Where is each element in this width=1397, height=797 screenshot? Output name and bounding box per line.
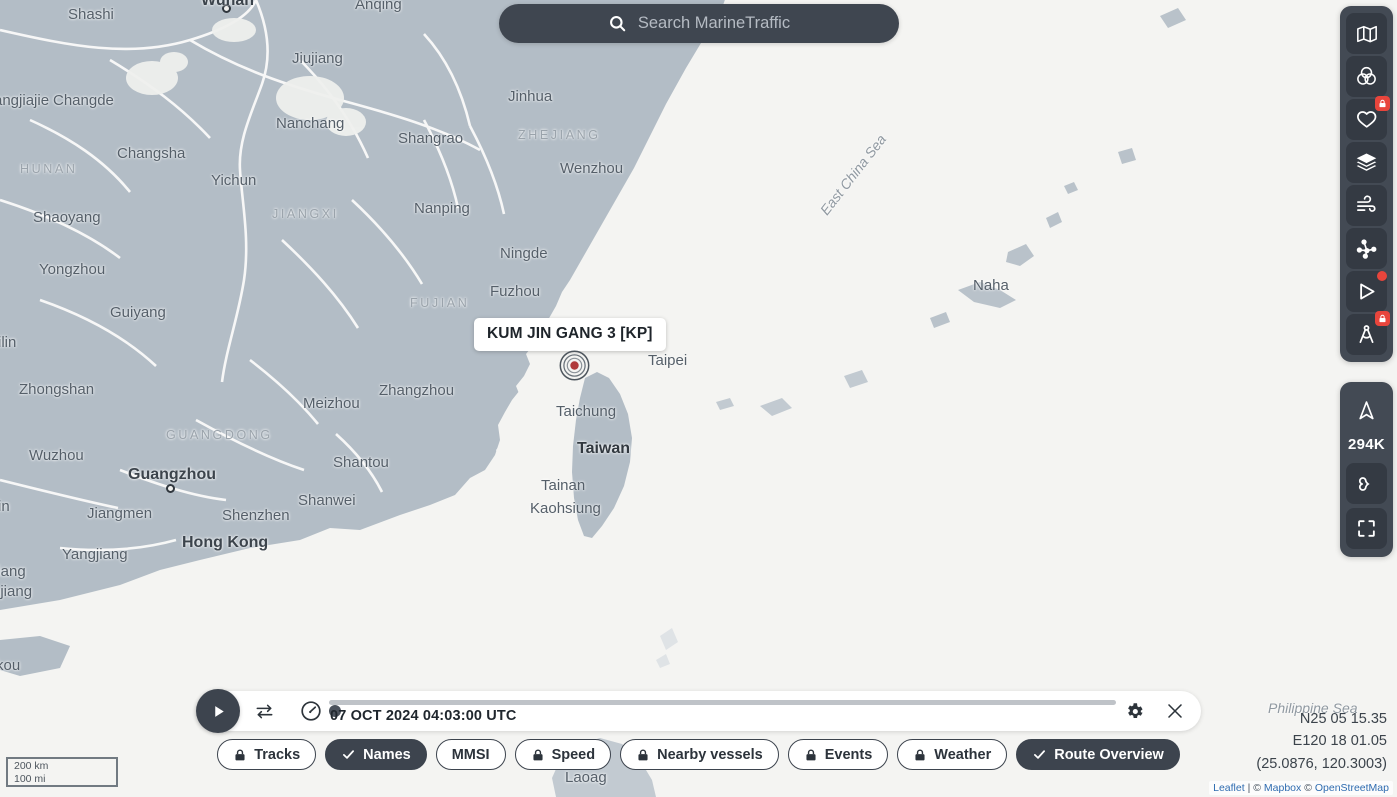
lock-icon [233, 748, 247, 762]
filter-pill-route-overview[interactable]: Route Overview [1016, 739, 1180, 770]
lock-icon [913, 748, 927, 762]
lock-badge-icon [1375, 96, 1390, 111]
playback-icon[interactable] [1346, 271, 1387, 312]
timeline-slider-track[interactable] [329, 700, 1116, 705]
filter-pill-label: Events [825, 747, 873, 763]
favorites-icon[interactable] [1346, 99, 1387, 140]
gear-icon[interactable] [1124, 701, 1145, 722]
leaflet-link[interactable]: Leaflet [1213, 782, 1245, 794]
map-style-icon[interactable] [1346, 13, 1387, 54]
playback-timestamp: 07 OCT 2024 04:03:00 UTC [330, 708, 517, 724]
filter-pill-label: Weather [934, 747, 991, 763]
timeline-area: 07 OCT 2024 04:03:00 UTC [329, 691, 1124, 731]
scale-bar: 200 km 100 mi [6, 757, 118, 787]
mapbox-link[interactable]: Mapbox [1264, 782, 1301, 794]
filter-pill-events[interactable]: Events [788, 739, 889, 770]
infinity-icon[interactable] [1346, 463, 1387, 504]
layers-icon[interactable] [1346, 142, 1387, 183]
map-tools-panel [1340, 6, 1393, 362]
scale-mi-label: 100 mi [14, 773, 46, 785]
notification-dot-icon [1377, 271, 1387, 281]
marinetraffic-map-app: ShashiWuhanAnqingJiujiangJinhuaNanchangS… [0, 0, 1397, 797]
lock-badge-icon [1375, 311, 1390, 326]
vessel-tracks-icon[interactable] [1346, 228, 1387, 269]
weather-wind-icon[interactable] [1346, 185, 1387, 226]
play-button[interactable] [196, 689, 240, 733]
filter-pill-names[interactable]: Names [325, 739, 427, 770]
measure-tool-icon[interactable] [1346, 314, 1387, 355]
fullscreen-icon[interactable] [1346, 508, 1387, 549]
filter-pill-label: Route Overview [1054, 747, 1164, 763]
map-attribution: Leaflet | © Mapbox © OpenStreetMap [1209, 781, 1393, 795]
filter-pill-mmsi[interactable]: MMSI [436, 739, 506, 770]
map-geometry [0, 0, 1397, 797]
map-filter-pills: Tracks Names MMSI Speed Nearby vessels Events… [0, 739, 1397, 770]
map-zoom-panel: 294K [1340, 382, 1393, 557]
vessel-pulse-marker[interactable] [559, 350, 590, 381]
search-icon [608, 14, 627, 33]
close-icon[interactable] [1165, 701, 1185, 721]
compass-north-icon[interactable] [1346, 390, 1387, 431]
openstreetmap-link[interactable]: OpenStreetMap [1315, 782, 1389, 794]
playback-bar: 07 OCT 2024 04:03:00 UTC [196, 691, 1201, 731]
vessel-name-label[interactable]: KUM JIN GANG 3 [KP] [474, 318, 666, 351]
swap-direction-icon[interactable] [254, 701, 275, 722]
copyright-symbol-2: © [1304, 782, 1312, 794]
filter-pill-label: MMSI [452, 747, 490, 763]
check-icon [341, 747, 356, 762]
lock-icon [531, 748, 545, 762]
check-icon [1032, 747, 1047, 762]
search-input[interactable]: Search MarineTraffic [638, 14, 790, 33]
lock-icon [636, 748, 650, 762]
filter-pill-tracks[interactable]: Tracks [217, 739, 316, 770]
filter-pill-label: Tracks [254, 747, 300, 763]
scale-km-label: 200 km [14, 760, 48, 772]
density-layers-icon[interactable] [1346, 56, 1387, 97]
filter-pill-speed[interactable]: Speed [515, 739, 612, 770]
zoom-level-readout: 294K [1348, 435, 1385, 459]
attribution-separator: | [1248, 782, 1251, 794]
speed-gauge-icon[interactable] [299, 699, 323, 723]
search-bar[interactable]: Search MarineTraffic [499, 4, 899, 43]
filter-pill-nearby-vessels[interactable]: Nearby vessels [620, 739, 779, 770]
filter-pill-label: Nearby vessels [657, 747, 763, 763]
copyright-symbol-1: © [1253, 782, 1261, 794]
filter-pill-weather[interactable]: Weather [897, 739, 1007, 770]
map-canvas[interactable]: ShashiWuhanAnqingJiujiangJinhuaNanchangS… [0, 0, 1397, 797]
filter-pill-label: Names [363, 747, 411, 763]
lock-icon [804, 748, 818, 762]
filter-pill-label: Speed [552, 747, 596, 763]
